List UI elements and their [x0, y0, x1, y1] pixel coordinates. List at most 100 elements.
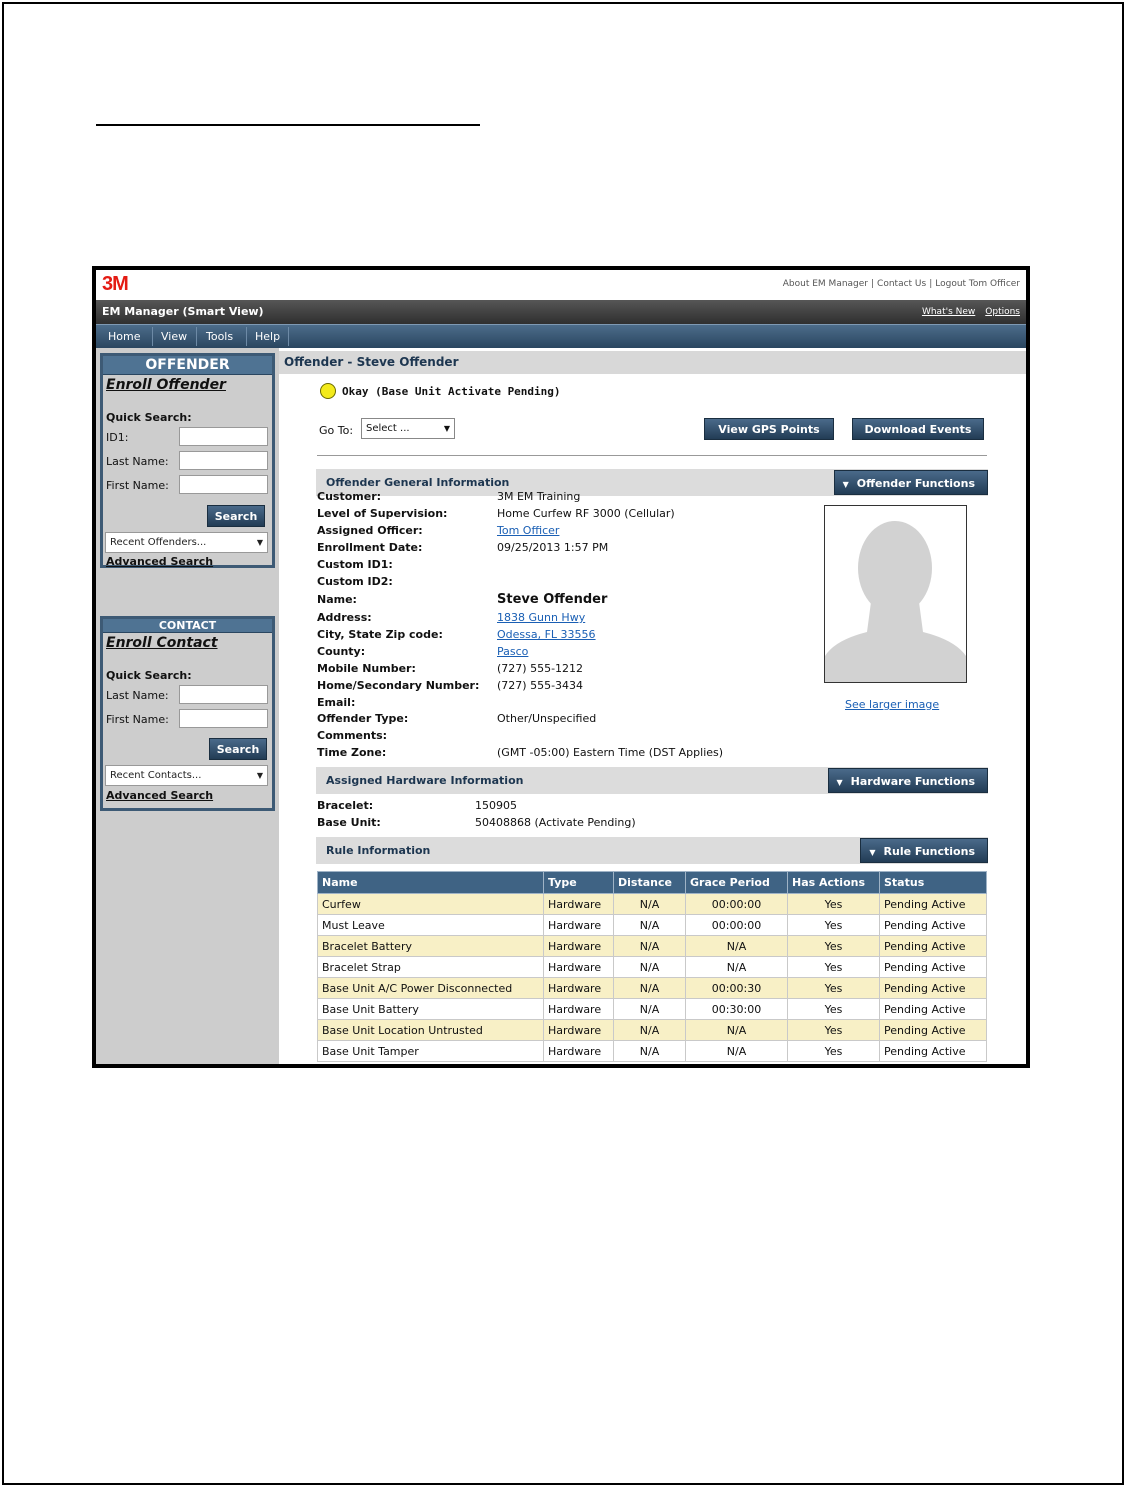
info-value-link[interactable]: Pasco: [497, 645, 528, 658]
contact-panel-heading: CONTACT: [103, 619, 272, 633]
app-screenshot: 3M About EM Manager | Contact Us | Logout To…: [92, 266, 1030, 1068]
top-links: About EM Manager | Contact Us | Logout Tom O…: [782, 279, 1020, 289]
base-unit-label: Base Unit:: [317, 816, 381, 829]
col-status[interactable]: Status: [879, 871, 987, 894]
table-cell: Yes: [787, 914, 880, 936]
menu-view[interactable]: View: [161, 330, 187, 343]
divider: [317, 455, 987, 456]
info-value-link[interactable]: Tom Officer: [497, 524, 559, 537]
col-grace-period[interactable]: Grace Period: [685, 871, 788, 894]
hardware-info-title: Assigned Hardware Information: [326, 774, 524, 787]
offender-panel-heading: OFFENDER: [103, 356, 272, 375]
table-row[interactable]: Base Unit Battery Hardware N/A 00:30:00 Yes P…: [317, 998, 987, 1020]
info-value: 09/25/2013 1:57 PM: [497, 541, 609, 554]
contact-us-link[interactable]: Contact Us: [877, 279, 926, 289]
col-has-actions[interactable]: Has Actions: [787, 871, 880, 894]
about-link[interactable]: About EM Manager: [783, 279, 868, 289]
table-cell: Pending Active: [879, 893, 987, 915]
offender-functions-button[interactable]: ▼ Offender Functions: [833, 470, 988, 495]
first-name-row: First Name:: [105, 474, 272, 498]
id1-row: ID1:: [105, 426, 272, 450]
table-row[interactable]: Bracelet Battery Hardware N/A N/A Yes Pending…: [317, 935, 987, 957]
contact-first-name-row: First Name:: [105, 708, 272, 732]
table-cell: Yes: [787, 956, 880, 978]
table-row[interactable]: Curfew Hardware N/A 00:00:00 Yes Pending Acti…: [317, 893, 987, 915]
logout-link[interactable]: Logout Tom Officer: [935, 279, 1020, 289]
id1-label: ID1:: [106, 431, 129, 444]
table-cell: Yes: [787, 1040, 880, 1062]
table-cell: 00:00:00: [685, 914, 788, 936]
table-row[interactable]: Must Leave Hardware N/A 00:00:00 Yes Pending …: [317, 914, 987, 936]
chevron-down-icon: ▼: [256, 771, 263, 780]
rule-table: Name Type Distance Grace Period Has Acti…: [317, 871, 987, 1062]
info-value-link[interactable]: Odessa, FL 33556: [497, 628, 596, 641]
info-label: Comments:: [317, 729, 388, 742]
offender-search-button[interactable]: Search: [207, 505, 265, 527]
contact-first-name-input[interactable]: [179, 709, 268, 728]
menu-separator: [246, 327, 247, 346]
rule-table-header: Name Type Distance Grace Period Has Acti…: [317, 871, 987, 894]
col-type[interactable]: Type: [543, 871, 614, 894]
info-value-link[interactable]: 1838 Gunn Hwy: [497, 611, 585, 624]
view-gps-points-button[interactable]: View GPS Points: [704, 418, 834, 440]
info-label: County:: [317, 645, 366, 658]
status-text: Okay (Base Unit Activate Pending): [342, 385, 561, 398]
col-distance[interactable]: Distance: [613, 871, 686, 894]
enroll-offender-link[interactable]: Enroll Offender: [106, 377, 272, 393]
download-events-button[interactable]: Download Events: [852, 418, 984, 440]
table-cell: N/A: [613, 1019, 686, 1041]
see-larger-image-link[interactable]: See larger image: [845, 698, 939, 711]
caret-down-icon: ▼: [842, 480, 849, 489]
table-row[interactable]: Bracelet Strap Hardware N/A N/A Yes Pending A…: [317, 956, 987, 978]
quick-search-label: Quick Search:: [106, 411, 192, 424]
table-row[interactable]: Base Unit Location Untrusted Hardware N/A N…: [317, 1019, 987, 1041]
last-name-label: Last Name:: [106, 455, 169, 468]
table-cell: 00:30:00: [685, 998, 788, 1020]
contact-last-name-input[interactable]: [179, 685, 268, 704]
recent-contacts-select[interactable]: Recent Contacts... ▼: [105, 765, 268, 786]
options-link[interactable]: Options: [985, 307, 1020, 317]
table-row[interactable]: Base Unit A/C Power Disconnected Hardware…: [317, 977, 987, 999]
contact-last-name-label: Last Name:: [106, 689, 169, 702]
contact-search-button[interactable]: Search: [209, 738, 267, 760]
whats-new-link[interactable]: What's New: [922, 307, 975, 317]
recent-offenders-select[interactable]: Recent Offenders... ▼: [105, 532, 268, 553]
page-header: Offender - Steve Offender: [279, 351, 1026, 374]
table-cell: N/A: [685, 1040, 788, 1062]
general-info-title: Offender General Information: [326, 476, 510, 489]
table-cell: Hardware: [543, 935, 614, 957]
caret-down-icon: ▼: [869, 848, 876, 857]
contact-advanced-search-link[interactable]: Advanced Search: [106, 789, 213, 802]
menu-tools[interactable]: Tools: [206, 330, 233, 343]
3m-logo: 3M: [102, 273, 129, 295]
offender-advanced-search-link[interactable]: Advanced Search: [106, 555, 213, 568]
info-label: Name:: [317, 593, 357, 606]
status-indicator-icon: [320, 383, 336, 399]
table-cell: N/A: [613, 956, 686, 978]
rule-functions-button[interactable]: ▼ Rule Functions: [860, 838, 988, 863]
title-bar: EM Manager (Smart View) What's New Option…: [96, 300, 1026, 324]
info-label: Offender Type:: [317, 712, 409, 725]
col-name[interactable]: Name: [317, 871, 544, 894]
table-row[interactable]: Base Unit Tamper Hardware N/A N/A Yes Pending…: [317, 1040, 987, 1062]
info-label: Mobile Number:: [317, 662, 416, 675]
menu-home[interactable]: Home: [108, 330, 140, 343]
last-name-input[interactable]: [179, 451, 268, 470]
table-cell: Hardware: [543, 956, 614, 978]
first-name-input[interactable]: [179, 475, 268, 494]
table-cell: Yes: [787, 977, 880, 999]
page-title: Offender - Steve Offender: [284, 355, 459, 369]
menu-help[interactable]: Help: [255, 330, 280, 343]
offender-photo: [824, 505, 967, 683]
goto-select[interactable]: Select ... ▼: [361, 418, 455, 439]
info-label: Home/Secondary Number:: [317, 679, 480, 692]
hardware-functions-button[interactable]: ▼ Hardware Functions: [827, 768, 988, 793]
table-cell: N/A: [613, 1040, 686, 1062]
recent-offenders-value: Recent Offenders...: [110, 537, 207, 548]
info-label: Time Zone:: [317, 746, 387, 759]
table-cell: Yes: [787, 1019, 880, 1041]
table-cell: Pending Active: [879, 914, 987, 936]
id1-input[interactable]: [179, 427, 268, 446]
enroll-contact-link[interactable]: Enroll Contact: [106, 635, 272, 651]
info-label: Level of Supervision:: [317, 507, 448, 520]
